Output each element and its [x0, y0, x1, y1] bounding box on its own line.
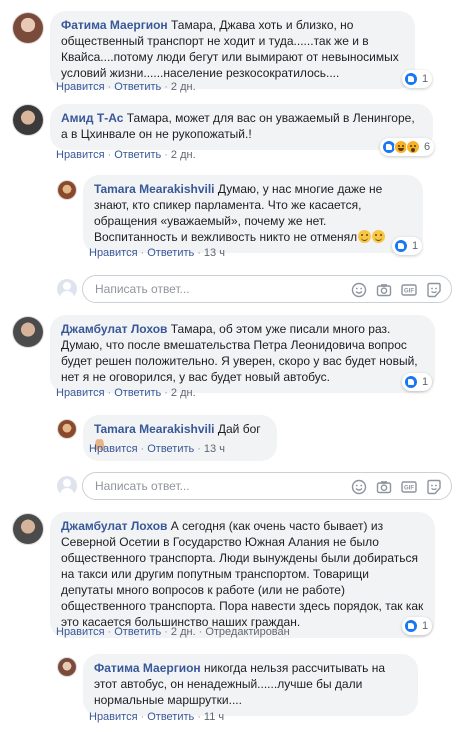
smile-emoji-icon	[372, 230, 386, 243]
avatar[interactable]	[12, 104, 44, 136]
svg-text:GIF: GIF	[404, 486, 414, 492]
reply-input[interactable]	[95, 479, 325, 493]
comment-actions: Нравится · Ответить · 2 дн.	[56, 387, 196, 399]
like-link[interactable]: Нравится	[56, 149, 105, 161]
like-link[interactable]: Нравится	[89, 443, 138, 455]
reply-link[interactable]: Ответить	[147, 247, 194, 259]
reply-link[interactable]: Ответить	[114, 626, 161, 638]
reaction-count: 1	[422, 73, 429, 85]
like-link[interactable]: Нравится	[56, 626, 105, 638]
reaction-count: 1	[422, 376, 429, 388]
comment-bubble: Фатима Маергион никогда нельзя рассчитыв…	[83, 654, 418, 716]
timestamp[interactable]: 13 ч	[204, 443, 225, 455]
like-link[interactable]: Нравится	[56, 387, 105, 399]
sticker-icon[interactable]	[426, 479, 442, 495]
comment-text: Дай бог	[217, 422, 261, 436]
avatar[interactable]	[12, 316, 44, 348]
comment-bubble: Джамбулат Лохов Тамара, об этом уже писа…	[50, 315, 435, 393]
wow-icon	[406, 140, 420, 154]
reaction-summary[interactable]: 1	[402, 617, 433, 635]
reaction-count: 1	[412, 240, 419, 252]
reaction-summary[interactable]: 6	[380, 138, 435, 156]
like-icon	[394, 239, 408, 253]
current-user-avatar	[57, 476, 77, 496]
reply-link[interactable]: Ответить	[114, 81, 161, 93]
timestamp[interactable]: 13 ч	[204, 247, 225, 259]
like-link[interactable]: Нравится	[56, 81, 105, 93]
gif-icon[interactable]: GIF	[401, 282, 417, 298]
sticker-icon[interactable]	[426, 282, 442, 298]
avatar[interactable]	[12, 12, 44, 44]
comment-actions: Нравится · Ответить · 13 ч	[89, 443, 225, 455]
avatar[interactable]	[57, 180, 77, 200]
comment-author[interactable]: Tamara Mearakishvili	[94, 422, 215, 436]
avatar[interactable]	[57, 657, 77, 677]
comment-author[interactable]: Фатима Маергион	[94, 661, 201, 675]
reaction-summary[interactable]: 1	[392, 237, 423, 255]
comment-actions: Нравится · Ответить · 2 дн. · Отредактирован	[56, 626, 290, 638]
timestamp[interactable]: 2 дн.	[171, 387, 196, 399]
comment-actions: Нравится · Ответить · 11 ч	[89, 711, 225, 723]
avatar[interactable]	[57, 419, 77, 439]
camera-icon[interactable]	[376, 479, 392, 495]
avatar[interactable]	[12, 513, 44, 545]
comment-bubble: Фатима Маергион Тамара, Джава хоть и бли…	[50, 11, 415, 89]
gif-icon[interactable]: GIF	[401, 479, 417, 495]
comment-author[interactable]: Tamara Mearakishvili	[94, 182, 215, 196]
comment-author[interactable]: Фатима Маергион	[61, 18, 168, 32]
reply-link[interactable]: Ответить	[147, 711, 194, 723]
reaction-count: 1	[422, 620, 429, 632]
emoji-icon[interactable]	[351, 479, 367, 495]
comment-bubble: Джамбулат Лохов А сегодня (как очень час…	[50, 512, 435, 638]
smile-emoji-icon	[358, 230, 372, 243]
comment-bubble: Tamara Mearakishvili Думаю, у нас многие…	[83, 175, 423, 253]
timestamp[interactable]: 11 ч	[204, 711, 224, 723]
reply-input-box[interactable]: GIF	[82, 275, 452, 303]
reply-link[interactable]: Ответить	[114, 387, 161, 399]
comment-bubble: Амид Т-Ас Тамара, может для вас он уважа…	[50, 104, 433, 150]
like-icon	[404, 375, 418, 389]
reply-input[interactable]	[95, 282, 325, 296]
reaction-summary[interactable]: 1	[402, 373, 433, 391]
edited-label[interactable]: Отредактирован	[205, 626, 289, 638]
timestamp[interactable]: 2 дн.	[171, 149, 196, 161]
timestamp[interactable]: 2 дн.	[171, 626, 196, 638]
timestamp[interactable]: 2 дн.	[171, 81, 196, 93]
reply-link[interactable]: Ответить	[147, 443, 194, 455]
comment-author[interactable]: Джамбулат Лохов	[61, 322, 167, 336]
camera-icon[interactable]	[376, 282, 392, 298]
comment-actions: Нравится · Ответить · 2 дн.	[56, 81, 196, 93]
like-link[interactable]: Нравится	[89, 247, 138, 259]
reaction-summary[interactable]: 1	[402, 70, 433, 88]
reply-input-box[interactable]: GIF	[82, 472, 452, 500]
comment-actions: Нравится · Ответить · 13 ч	[89, 247, 225, 259]
comment-author[interactable]: Амид Т-Ас	[61, 111, 123, 125]
comment-actions: Нравится · Ответить · 2 дн.	[56, 149, 196, 161]
like-icon	[404, 72, 418, 86]
comment-text: А сегодня (как очень часто бывает) из Се…	[61, 519, 424, 629]
like-icon	[404, 619, 418, 633]
svg-text:GIF: GIF	[404, 289, 414, 295]
like-link[interactable]: Нравится	[89, 711, 138, 723]
current-user-avatar	[57, 279, 77, 299]
emoji-icon[interactable]	[351, 282, 367, 298]
comment-author[interactable]: Джамбулат Лохов	[61, 519, 167, 533]
reply-link[interactable]: Ответить	[114, 149, 161, 161]
reaction-count: 6	[424, 141, 431, 153]
